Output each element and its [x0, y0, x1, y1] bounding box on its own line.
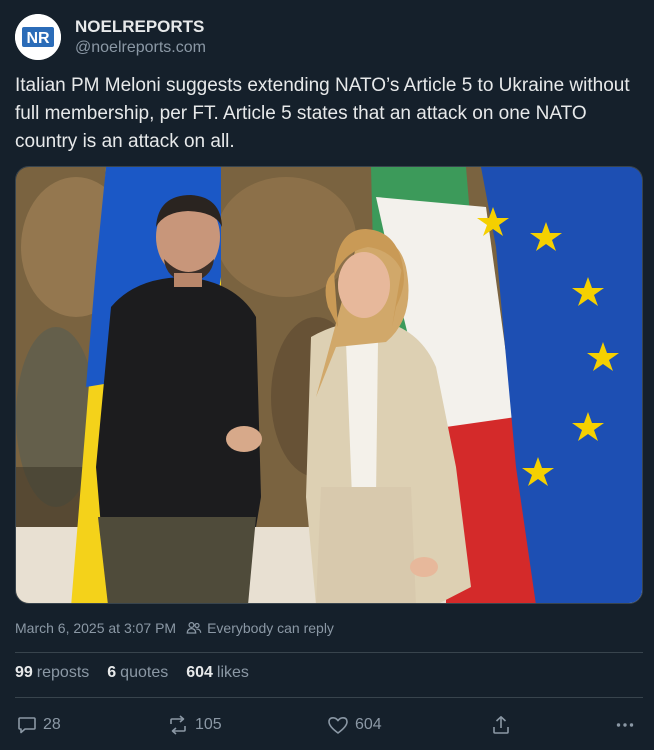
timestamp[interactable]: March 6, 2025 at 3:07 PM	[15, 620, 176, 636]
post-text: Italian PM Meloni suggests extending NAT…	[15, 75, 630, 152]
reply-button[interactable]: 28	[17, 712, 61, 738]
engagement-stats: 99 reposts 6 quotes 604 likes	[15, 664, 249, 682]
noelreports-logo: NR	[15, 14, 61, 60]
likes-count: 604	[186, 664, 213, 681]
more-icon	[616, 723, 634, 727]
photo-zelensky-meloni	[16, 167, 642, 603]
handle[interactable]: @noelreports.com	[75, 38, 206, 58]
share-icon	[493, 716, 509, 734]
avatar[interactable]: NR	[15, 14, 61, 60]
reposts-label: reposts	[36, 664, 90, 681]
comment-icon	[18, 717, 36, 734]
share-button[interactable]	[491, 712, 511, 738]
display-name[interactable]: NOELREPORTS	[75, 16, 206, 38]
author-names: NOELREPORTS @noelreports.com	[75, 16, 206, 58]
more-button[interactable]	[615, 712, 635, 738]
divider	[15, 697, 643, 698]
repost-count: 105	[195, 716, 222, 733]
repost-button[interactable]: 105	[167, 712, 222, 738]
post-image[interactable]	[15, 166, 643, 604]
heart-icon	[328, 717, 348, 734]
reposts-count: 99	[15, 664, 33, 681]
action-bar: 28 105 604	[15, 712, 643, 738]
quotes-stat[interactable]: 6 quotes	[107, 664, 168, 682]
reply-count: 28	[43, 716, 61, 733]
like-count: 604	[355, 716, 382, 733]
reply-setting-label: Everybody can reply	[207, 620, 334, 636]
like-button[interactable]: 604	[327, 712, 382, 738]
repost-icon	[170, 715, 186, 735]
likes-label: likes	[216, 664, 249, 681]
likes-stat[interactable]: 604 likes	[186, 664, 249, 682]
post: NR NOELREPORTS @noelreports.com Italian …	[0, 0, 654, 750]
people-icon	[186, 621, 202, 634]
reply-setting: Everybody can reply	[186, 620, 334, 636]
post-meta: March 6, 2025 at 3:07 PM Everybody can r…	[15, 620, 334, 636]
quotes-label: quotes	[120, 664, 169, 681]
reposts-stat[interactable]: 99 reposts	[15, 664, 89, 682]
divider	[15, 652, 643, 653]
quotes-count: 6	[107, 664, 117, 681]
post-header: NR NOELREPORTS @noelreports.com	[15, 12, 206, 62]
avatar-letters: NR	[26, 30, 50, 47]
